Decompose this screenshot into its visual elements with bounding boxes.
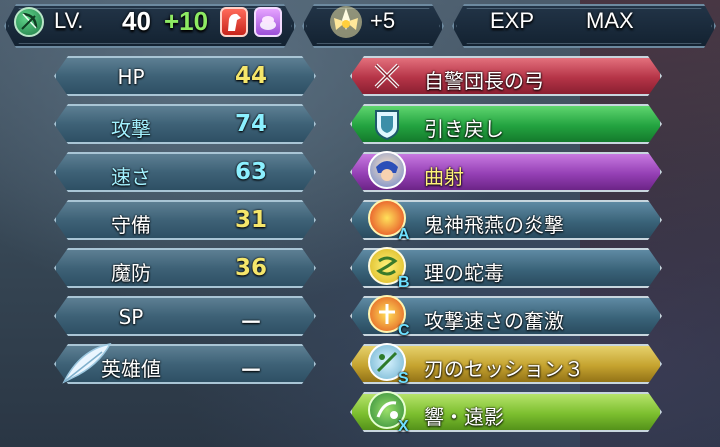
skill-name: 鬼神飛燕の炎撃 bbox=[424, 213, 564, 237]
stat-label: 魔防 bbox=[111, 261, 151, 285]
merge-count: +10 bbox=[164, 6, 209, 36]
skill-name: 響・遠影 bbox=[424, 405, 504, 429]
stat-value: 74 bbox=[234, 111, 267, 137]
skill-name: 自警団長の弓 bbox=[424, 69, 544, 93]
stat-row-spd: 速さ 63 bbox=[54, 152, 316, 192]
stat-value: 31 bbox=[234, 207, 267, 233]
stat-row-def: 守備 31 bbox=[54, 200, 316, 240]
skill-name: 理の蛇毒 bbox=[424, 261, 504, 285]
slot-letter-b: B bbox=[398, 274, 410, 291]
stat-label: 速さ bbox=[111, 165, 151, 189]
stat-value: － bbox=[239, 358, 263, 384]
level-value: 40 bbox=[122, 6, 151, 36]
skill-name: 攻撃速さの奮激 bbox=[424, 309, 564, 333]
stat-value: 44 bbox=[234, 63, 267, 89]
stat-label: 守備 bbox=[111, 213, 151, 237]
stat-value: － bbox=[239, 310, 263, 336]
stat-value: 36 bbox=[234, 255, 267, 281]
stat-row-res: 魔防 36 bbox=[54, 248, 316, 288]
dragonflower-count: +5 bbox=[370, 8, 396, 33]
level-label: LV. bbox=[54, 8, 84, 33]
weapon-icon bbox=[368, 57, 406, 95]
stat-label: 攻撃 bbox=[111, 117, 151, 141]
stat-row-sp: SP － bbox=[54, 296, 316, 336]
skill-name: 引き戻し bbox=[424, 117, 504, 141]
dragonflower-icon bbox=[326, 0, 366, 40]
exp-value: MAX bbox=[586, 8, 634, 33]
bow-weapon-type-icon bbox=[14, 7, 44, 37]
slot-letter-a: A bbox=[398, 226, 410, 243]
special-icon bbox=[368, 151, 406, 189]
stat-value: 63 bbox=[234, 159, 267, 185]
stat-row-atk: 攻撃 74 bbox=[54, 104, 316, 144]
exp-label: EXP bbox=[490, 8, 535, 33]
slot-letter-x: X bbox=[398, 418, 409, 435]
skill-name: 曲射 bbox=[424, 165, 464, 189]
stat-row-hp: HP 44 bbox=[54, 56, 316, 96]
blessing-icon bbox=[254, 7, 282, 37]
stat-label: HP bbox=[117, 65, 145, 89]
stat-label: SP bbox=[118, 305, 144, 329]
assist-icon bbox=[368, 105, 406, 143]
cavalry-move-icon bbox=[220, 7, 248, 37]
slot-letter-s: S bbox=[398, 370, 409, 387]
feather-icon bbox=[58, 340, 114, 386]
slot-letter-c: C bbox=[398, 322, 410, 339]
skill-name: 刃のセッション３ bbox=[424, 357, 584, 381]
